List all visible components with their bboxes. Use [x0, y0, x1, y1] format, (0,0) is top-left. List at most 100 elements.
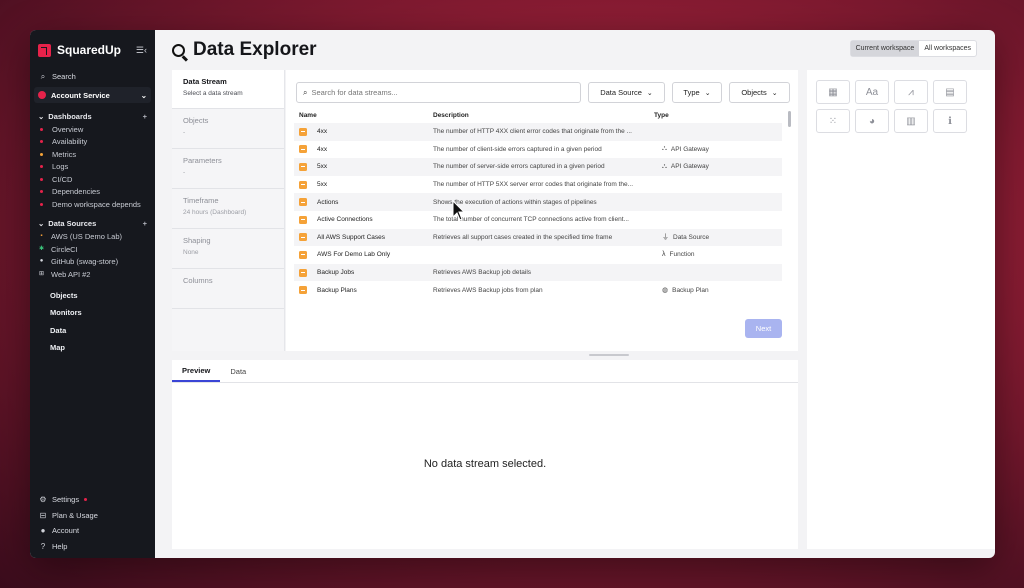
chevron-down-icon: ⌄: [771, 89, 778, 97]
sidebar-dashboard-item[interactable]: Overview: [30, 123, 155, 136]
wizard-step[interactable]: Parameters -: [172, 149, 284, 189]
wizard-step-label: Timeframe: [183, 196, 219, 205]
stream-row[interactable]: 5xx The number of HTTP 5XX server error c…: [294, 176, 782, 194]
gear-icon: ⚙: [39, 495, 47, 505]
dashboard-dot-icon: [40, 165, 43, 169]
wizard-step[interactable]: Columns: [172, 269, 284, 309]
data-stream-icon: [299, 127, 307, 136]
help-icon: ?: [40, 541, 46, 551]
table-viz-button[interactable]: ▦: [816, 80, 850, 104]
gauge-viz-button[interactable]: ▥: [894, 109, 928, 133]
wizard-step[interactable]: Shaping None: [172, 229, 284, 269]
collapse-sidebar-icon[interactable]: ☰‹: [136, 45, 147, 56]
datasources-heading-label: Data Sources: [48, 219, 97, 228]
sidebar-datasource-item[interactable]: ● GitHub (swag-store): [30, 256, 155, 269]
help-nav[interactable]: ? Help: [30, 539, 155, 555]
chevron-down-icon: ⌄: [140, 90, 147, 100]
data-stream-icon: [299, 215, 307, 224]
user-icon: ●: [40, 526, 46, 536]
sidebar-dashboard-item[interactable]: Availability: [30, 136, 155, 149]
data-source-filter[interactable]: Data Source ⌄: [588, 82, 665, 103]
sidebar-datasource-item[interactable]: ⊞ Web API #2: [30, 268, 155, 281]
stream-type-label: Function: [669, 251, 695, 259]
tab-data[interactable]: Data: [220, 360, 256, 382]
donut-viz-icon: ◕: [868, 115, 876, 127]
stream-row[interactable]: All AWS Support Cases Retrieves all suppo…: [294, 228, 782, 247]
next-button[interactable]: Next: [745, 319, 782, 338]
data-stream-icon: [299, 233, 307, 242]
all-workspaces-button[interactable]: All workspaces: [919, 41, 976, 56]
line-graph-viz-button[interactable]: ⩘: [894, 80, 928, 104]
stream-row[interactable]: AWS For Demo Lab Only λ Function: [294, 246, 782, 264]
sidebar-datasource-item[interactable]: ▪ AWS (US Demo Lab): [30, 231, 155, 244]
stream-type-icon: ⛬: [662, 162, 667, 170]
add-datasource-icon[interactable]: +: [143, 219, 147, 228]
stream-name: Actions: [317, 198, 339, 206]
donut-viz-button[interactable]: ◕: [855, 109, 889, 133]
aws-icon: ▪: [40, 233, 43, 240]
blocks-viz-button[interactable]: ⁙: [816, 109, 850, 133]
dashboard-dot-icon: [40, 190, 43, 194]
wizard-step[interactable]: Objects -: [172, 109, 284, 149]
current-workspace-button[interactable]: Current workspace: [850, 41, 920, 56]
stream-row[interactable]: Backup Plans Retrieves AWS Backup jobs fr…: [294, 281, 782, 299]
sidebar-dashboard-item[interactable]: Dependencies: [30, 186, 155, 199]
dashboards-heading[interactable]: ⌄ Dashboards +: [30, 109, 155, 123]
dashboard-dot-icon: [40, 177, 43, 181]
scalar-viz-button[interactable]: ▤: [933, 80, 967, 104]
sidebar-dashboard-label: CI/CD: [52, 174, 73, 184]
workspace-name: Account Service: [51, 90, 110, 100]
resize-handle[interactable]: [589, 354, 629, 356]
tab-preview[interactable]: Preview: [172, 360, 221, 382]
data-stream-icon: [299, 180, 307, 189]
search-nav[interactable]: ⌕ Search: [30, 70, 155, 83]
sidebar-dashboard-item[interactable]: Metrics: [30, 148, 155, 161]
stream-row[interactable]: Active Connections The total number of co…: [294, 211, 782, 229]
stream-search-input[interactable]: [311, 88, 580, 97]
sidebar-dashboard-item[interactable]: CI/CD: [30, 173, 155, 186]
logo-row: SquaredUp ☰‹: [30, 30, 155, 70]
stream-table-header: Name Description Type: [299, 112, 789, 119]
dashboards-heading-label: Dashboards: [48, 111, 92, 121]
plan-usage-nav[interactable]: ⊟ Plan & Usage: [30, 508, 155, 524]
wizard-step-value: None: [183, 249, 199, 256]
stream-row[interactable]: Backup Jobs Retrieves AWS Backup job deta…: [294, 263, 782, 282]
status-viz-button[interactable]: ℹ: [933, 109, 967, 133]
visualization-panel: ▦ Aa ⩘ ▤ ⁙ ◕ ▥ ℹ: [807, 70, 995, 549]
stream-row[interactable]: 4xx The number of client-side errors capt…: [294, 141, 782, 159]
datasources-heading[interactable]: ⌄ Data Sources +: [30, 217, 155, 231]
sidebar-nav-monitors[interactable]: Monitors: [30, 304, 155, 322]
add-dashboard-icon[interactable]: +: [143, 112, 147, 121]
sidebar-nav-objects[interactable]: Objects: [30, 287, 155, 305]
sidebar-nav-map[interactable]: Map: [30, 339, 155, 357]
data-stream-icon: [299, 250, 307, 259]
preview-tabs: Preview Data: [172, 360, 798, 383]
stream-scrollbar[interactable]: [788, 111, 791, 127]
notification-dot: [84, 498, 88, 502]
type-filter[interactable]: Type ⌄: [672, 82, 722, 103]
stream-row[interactable]: Actions Shows the execution of actions wi…: [294, 193, 782, 211]
workspace-selector[interactable]: Account Service ⌄: [34, 87, 151, 103]
stream-row[interactable]: 4xx The number of HTTP 4XX client error c…: [294, 123, 782, 141]
wizard-step[interactable]: Data Stream Select a data stream: [172, 70, 284, 109]
text-viz-button[interactable]: Aa: [855, 80, 889, 104]
stream-description: Shows the execution of actions within st…: [433, 198, 597, 206]
objects-filter[interactable]: Objects ⌄: [729, 82, 790, 103]
data-stream-icon: [299, 162, 307, 171]
sidebar-dashboard-item[interactable]: Demo workspace depends: [30, 198, 155, 211]
wizard-step[interactable]: Timeframe 24 hours (Dashboard): [172, 189, 284, 229]
stream-name: AWS For Demo Lab Only: [317, 251, 391, 259]
main-nav: Objects Monitors Data Map: [30, 287, 155, 357]
sidebar-datasource-item[interactable]: ✱ CircleCI: [30, 243, 155, 256]
stream-search[interactable]: ⌕: [296, 82, 581, 103]
account-nav[interactable]: ● Account: [30, 523, 155, 539]
squaredup-logo-icon: [38, 43, 51, 57]
sidebar-dashboard-label: Demo workspace depends: [52, 199, 141, 209]
stream-row[interactable]: 5xx The number of server-side errors capt…: [294, 158, 782, 176]
stream-name: All AWS Support Cases: [317, 233, 386, 241]
bottom-nav: ⚙ Settings ⊟ Plan & Usage ● Account ? He…: [30, 492, 155, 554]
settings-nav[interactable]: ⚙ Settings: [30, 492, 155, 508]
sidebar-nav-data[interactable]: Data: [30, 322, 155, 340]
account-label: Account: [52, 526, 80, 536]
sidebar-dashboard-item[interactable]: Logs: [30, 161, 155, 174]
